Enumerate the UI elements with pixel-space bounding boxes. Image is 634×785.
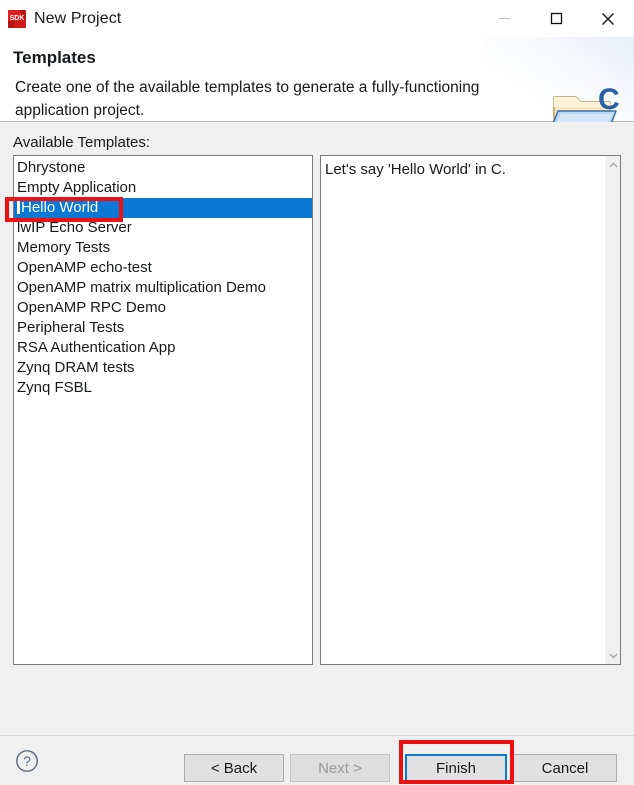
list-item[interactable]: Memory Tests bbox=[14, 238, 312, 258]
list-item-label: Peripheral Tests bbox=[17, 319, 125, 336]
title-bar: SDK New Project bbox=[0, 0, 634, 37]
close-button[interactable] bbox=[582, 0, 634, 37]
maximize-icon bbox=[550, 12, 562, 25]
list-item-label: Memory Tests bbox=[17, 239, 111, 256]
help-question-icon[interactable]: ? bbox=[15, 749, 39, 773]
list-item[interactable]: OpenAMP echo-test bbox=[14, 258, 312, 278]
close-icon bbox=[602, 12, 614, 25]
templates-list[interactable]: Dhrystone Empty Application Hello World … bbox=[13, 155, 313, 665]
selection-caret bbox=[17, 200, 20, 214]
description-scrollbar[interactable] bbox=[604, 156, 620, 664]
list-item[interactable]: OpenAMP matrix multiplication Demo bbox=[14, 278, 312, 298]
minimize-button[interactable] bbox=[478, 0, 530, 37]
list-item[interactable]: RSA Authentication App bbox=[14, 338, 312, 358]
template-description-text: Let's say 'Hello World' in C. bbox=[325, 161, 506, 178]
list-item[interactable]: Zynq FSBL bbox=[14, 378, 312, 398]
window-controls bbox=[478, 0, 634, 37]
chevron-up-icon bbox=[609, 161, 617, 167]
list-item-label: RSA Authentication App bbox=[17, 339, 176, 356]
list-item[interactable]: Peripheral Tests bbox=[14, 318, 312, 338]
next-button[interactable]: Next > bbox=[290, 754, 390, 782]
page-description: Create one of the available templates to… bbox=[15, 79, 480, 119]
template-hello-world[interactable]: Hello World bbox=[14, 198, 312, 218]
svg-text:?: ? bbox=[23, 753, 31, 769]
list-item[interactable]: Dhrystone bbox=[14, 158, 312, 178]
list-item-label: OpenAMP echo-test bbox=[17, 259, 152, 276]
list-item[interactable]: Zynq DRAM tests bbox=[14, 358, 312, 378]
finish-button[interactable]: Finish bbox=[405, 754, 507, 782]
list-item-label: Hello World bbox=[21, 199, 99, 216]
available-templates-label: Available Templates: bbox=[13, 134, 151, 151]
back-button[interactable]: < Back bbox=[184, 754, 284, 782]
minimize-icon bbox=[498, 18, 510, 19]
cancel-button[interactable]: Cancel bbox=[513, 754, 617, 782]
list-item[interactable]: OpenAMP RPC Demo bbox=[14, 298, 312, 318]
scroll-up-button[interactable] bbox=[605, 156, 621, 173]
list-item-label: Dhrystone bbox=[17, 159, 86, 176]
list-item-label: Empty Application bbox=[17, 179, 137, 196]
page-title: Templates bbox=[13, 48, 96, 67]
template-description-panel: Let's say 'Hello World' in C. bbox=[320, 155, 621, 665]
list-item-label: OpenAMP matrix multiplication Demo bbox=[17, 279, 266, 296]
chevron-down-icon bbox=[609, 653, 617, 659]
list-item-label: Zynq DRAM tests bbox=[17, 359, 135, 376]
maximize-button[interactable] bbox=[530, 0, 582, 37]
list-item[interactable]: lwIP Echo Server bbox=[14, 218, 312, 238]
list-item-label: lwIP Echo Server bbox=[17, 219, 132, 236]
list-item-label: Zynq FSBL bbox=[17, 379, 93, 396]
wizard-header: Templates Create one of the available te… bbox=[0, 37, 634, 138]
window-title: New Project bbox=[34, 9, 122, 27]
list-item-label: OpenAMP RPC Demo bbox=[17, 299, 166, 316]
list-item[interactable]: Empty Application bbox=[14, 178, 312, 198]
sdk-icon: SDK bbox=[8, 9, 26, 28]
main-content: Available Templates: Dhrystone Empty App… bbox=[0, 122, 634, 735]
scroll-down-button[interactable] bbox=[605, 647, 621, 664]
